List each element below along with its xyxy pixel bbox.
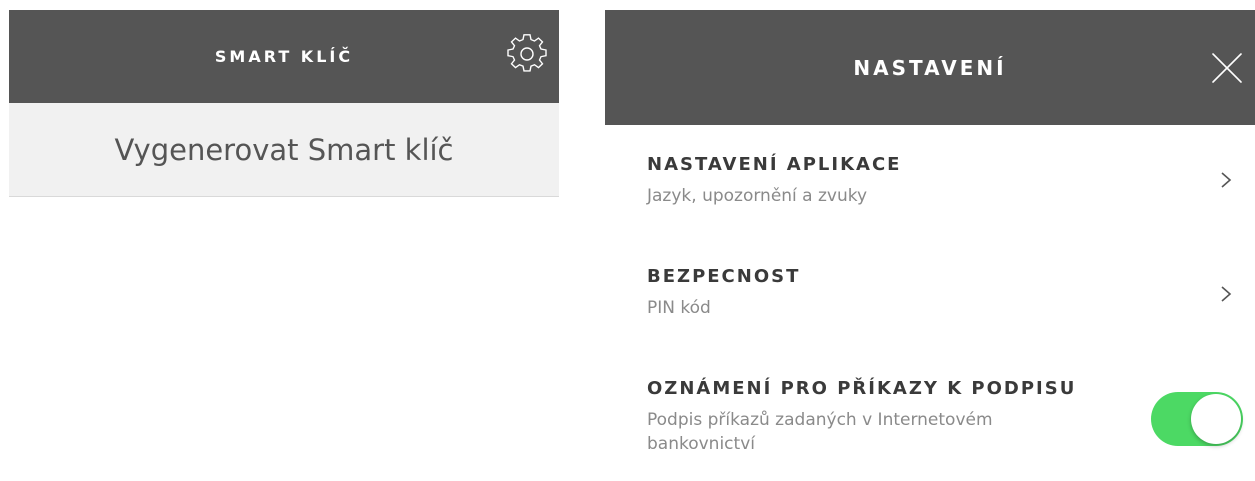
settings-item-security[interactable]: BEZPECNOST PIN kód xyxy=(605,262,1255,342)
close-icon[interactable] xyxy=(1211,52,1243,84)
chevron-right-icon xyxy=(1221,172,1232,188)
settings-item-app-settings[interactable]: NASTAVENÍ APLIKACE Jazyk, upozornění a z… xyxy=(605,150,1255,230)
settings-item-signing-notifications: OZNÁMENÍ PRO PŘÍKAZY K PODPISU Podpis př… xyxy=(605,374,1255,474)
chevron-right-icon xyxy=(1221,286,1232,302)
settings-item-title: BEZPECNOST xyxy=(647,266,801,287)
smart-key-header: SMART KLÍČ xyxy=(9,10,559,103)
gear-icon[interactable] xyxy=(507,34,547,74)
settings-screen: NASTAVENÍ NASTAVENÍ APLIKACE Jazyk, upoz… xyxy=(605,10,1255,481)
generate-smart-key-button[interactable]: Vygenerovat Smart klíč xyxy=(9,103,559,197)
settings-header: NASTAVENÍ xyxy=(605,10,1255,125)
page-title: NASTAVENÍ xyxy=(853,55,1007,80)
smart-key-screen: SMART KLÍČ Vygenerovat Smart klíč xyxy=(9,10,559,481)
settings-item-subtitle: PIN kód xyxy=(647,298,711,318)
settings-item-subtitle: Podpis příkazů zadaných v Internetovém b… xyxy=(647,408,993,456)
signing-notifications-toggle[interactable] xyxy=(1151,392,1243,446)
page-title: SMART KLÍČ xyxy=(214,47,354,66)
settings-item-subtitle-line: bankovnictví xyxy=(647,434,755,454)
settings-item-subtitle: Jazyk, upozornění a zvuky xyxy=(647,186,868,206)
settings-item-subtitle-line: Podpis příkazů zadaných v Internetovém xyxy=(647,410,993,430)
generate-smart-key-label: Vygenerovat Smart klíč xyxy=(114,132,454,167)
settings-item-title: OZNÁMENÍ PRO PŘÍKAZY K PODPISU xyxy=(647,378,1077,399)
toggle-knob xyxy=(1191,394,1241,444)
settings-item-title: NASTAVENÍ APLIKACE xyxy=(647,154,902,175)
